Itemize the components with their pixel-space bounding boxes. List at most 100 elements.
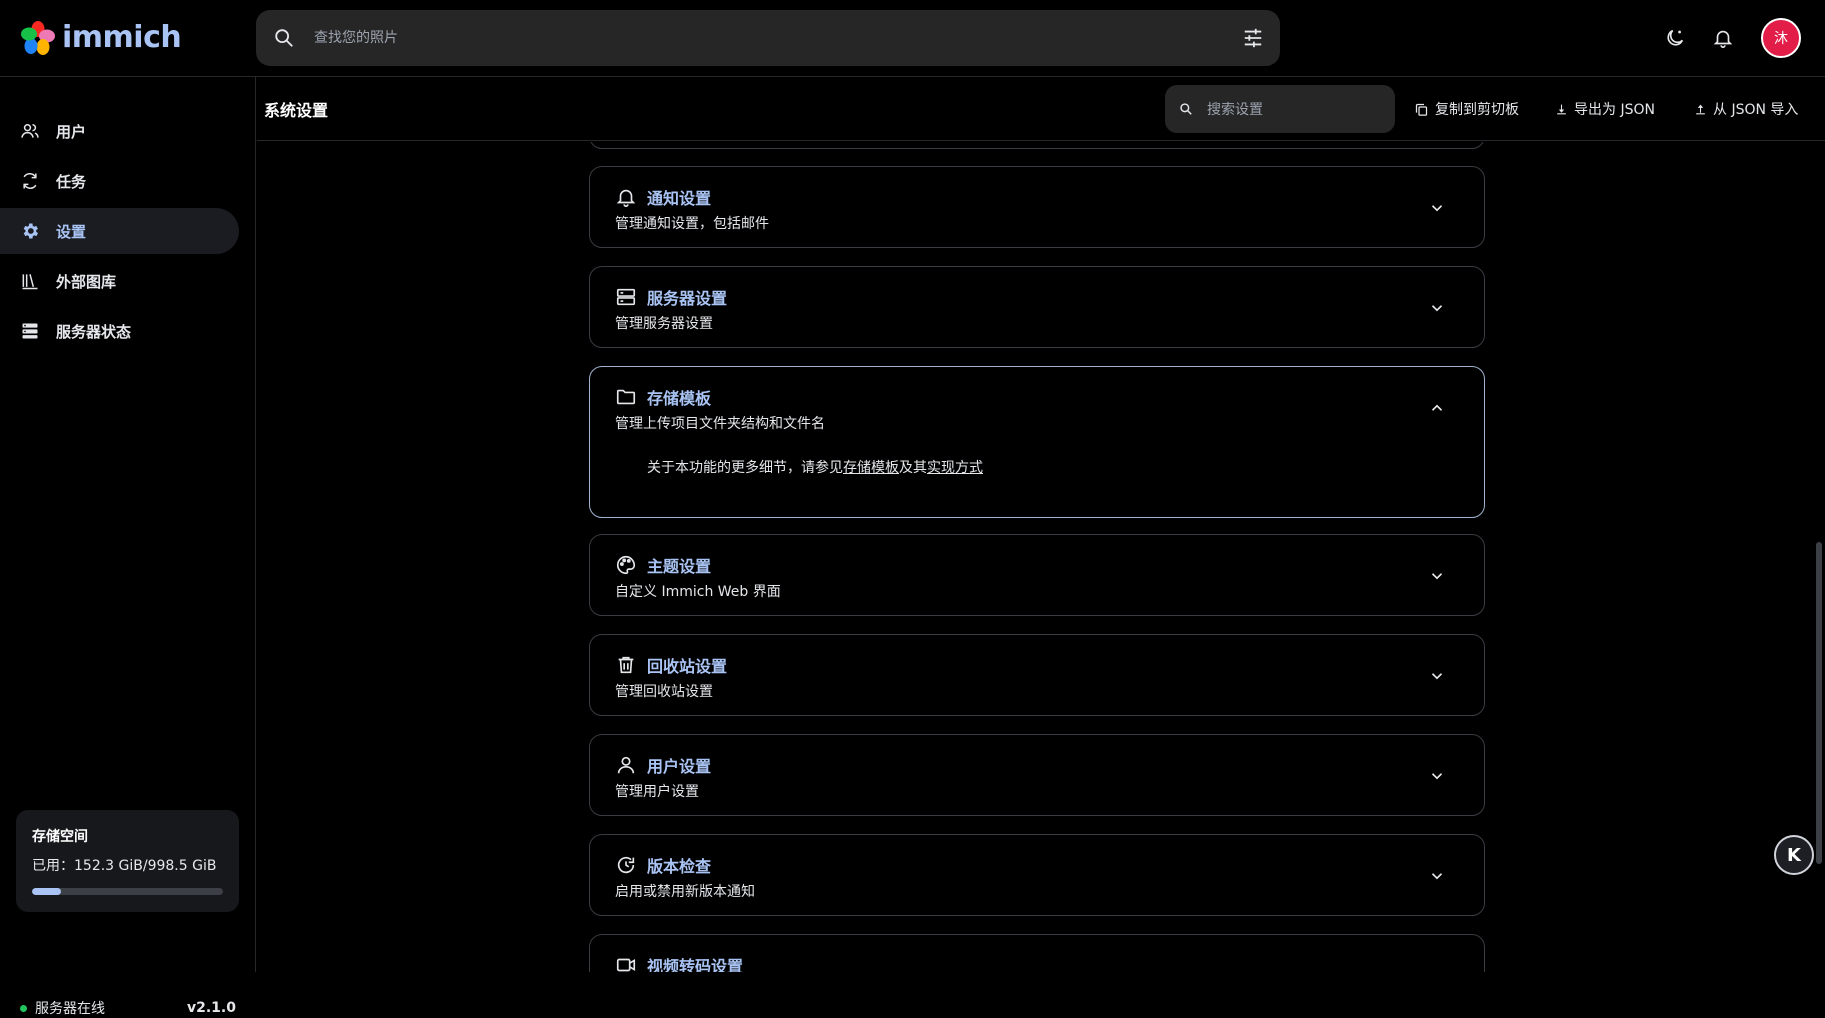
upload-icon — [1696, 104, 1705, 114]
chevron-down-icon[interactable] — [1428, 867, 1446, 885]
settings-card-video-transcoding[interactable]: 视频转码设置 — [589, 934, 1485, 972]
settings-search-bar[interactable]: 搜索设置 — [1165, 85, 1395, 133]
settings-card-theme[interactable]: 主题设置 自定义 Immich Web 界面 — [589, 534, 1485, 616]
sidebar-item-users[interactable]: 用户 — [0, 108, 239, 154]
scrollbar-thumb[interactable] — [1816, 542, 1822, 864]
server-icon — [616, 288, 636, 306]
settings-header: 系统设置 搜索设置 复制到剪切板 导出为 JSON 从 JSON 导入 — [257, 77, 1825, 141]
moon-stars-icon — [1667, 29, 1684, 46]
storage-usage-text: 已用：152.3 GiB/998.5 GiB — [32, 858, 217, 874]
card-title: 视频转码设置 — [647, 957, 744, 972]
trash-icon — [618, 656, 634, 674]
import-label: 从 JSON 导入 — [1713, 102, 1799, 118]
users-icon — [21, 124, 39, 138]
info-text-middle: 及其 — [899, 460, 927, 476]
settings-card-user[interactable]: 用户设置 管理用户设置 — [589, 734, 1485, 816]
sidebar-item-external-library[interactable]: 外部图库 — [0, 258, 239, 304]
user-icon — [617, 756, 635, 774]
settings-card-version-check[interactable]: 版本检查 启用或禁用新版本通知 — [589, 834, 1485, 916]
search-input[interactable]: 查找您的照片 — [314, 28, 398, 48]
server-status-row: 服务器在线 v2.1.0 — [20, 998, 236, 1018]
card-title: 主题设置 — [647, 557, 712, 576]
server-icon — [22, 323, 38, 339]
card-title: 存储模板 — [647, 389, 712, 408]
notifications-button[interactable] — [1703, 18, 1743, 58]
card-title: 版本检查 — [647, 857, 712, 876]
export-label: 导出为 JSON — [1574, 102, 1655, 118]
folder-icon — [616, 389, 636, 405]
storage-usage-bar — [32, 888, 223, 895]
chevron-down-icon[interactable] — [1428, 299, 1446, 317]
settings-card-partial[interactable] — [589, 142, 1485, 149]
server-status-text: 服务器在线 — [35, 1001, 105, 1017]
online-status-dot — [20, 1004, 27, 1012]
copy-icon — [1415, 103, 1428, 116]
card-description: 启用或禁用新版本通知 — [615, 884, 755, 900]
library-icon — [22, 274, 38, 290]
theme-toggle-button[interactable] — [1655, 18, 1695, 58]
app-logo[interactable]: immich — [20, 18, 182, 58]
card-title: 服务器设置 — [647, 289, 728, 308]
scrollbar[interactable] — [1813, 142, 1825, 972]
chevron-down-icon[interactable] — [1428, 767, 1446, 785]
update-icon — [617, 856, 635, 874]
storage-usage-fill — [32, 888, 62, 895]
sidebar-item-server-status[interactable]: 服务器状态 — [0, 308, 239, 354]
search-icon[interactable] — [273, 27, 295, 49]
app-name: immich — [62, 20, 182, 55]
chevron-down-icon[interactable] — [1428, 567, 1446, 585]
card-description: 自定义 Immich Web 界面 — [615, 584, 781, 600]
export-json-button[interactable]: 导出为 JSON — [1555, 99, 1655, 119]
chevron-up-icon[interactable] — [1428, 399, 1446, 417]
bell-icon — [616, 189, 636, 207]
settings-card-storage-template[interactable]: 存储模板 管理上传项目文件夹结构和文件名 关于本功能的更多细节，请参见存储模板及… — [589, 366, 1485, 518]
sidebar-item-label: 任务 — [56, 172, 87, 191]
sidebar: 用户 任务 设置 外部图库 服务器状态 存储空间 已用：152.3 GiB/99… — [0, 77, 256, 1017]
floating-k-button[interactable]: K — [1774, 835, 1814, 875]
page-title: 系统设置 — [264, 101, 329, 120]
chevron-down-icon[interactable] — [1428, 199, 1446, 217]
implementation-doc-link[interactable]: 实现方式 — [927, 460, 983, 476]
card-title: 回收站设置 — [647, 657, 728, 676]
card-description: 管理上传项目文件夹结构和文件名 — [615, 416, 825, 432]
storage-title: 存储空间 — [32, 829, 88, 845]
card-description: 管理回收站设置 — [615, 684, 713, 700]
filter-options-icon[interactable] — [1242, 27, 1264, 49]
import-json-button[interactable]: 从 JSON 导入 — [1694, 99, 1798, 119]
server-version[interactable]: v2.1.0 — [187, 1000, 236, 1016]
download-icon — [1557, 104, 1566, 114]
card-description: 管理通知设置，包括邮件 — [615, 216, 769, 232]
copy-label: 复制到剪切板 — [1435, 102, 1519, 118]
info-text-prefix: 关于本功能的更多细节，请参见 — [647, 460, 843, 476]
settings-card-server[interactable]: 服务器设置 管理服务器设置 — [589, 266, 1485, 348]
settings-card-trash[interactable]: 回收站设置 管理回收站设置 — [589, 634, 1485, 716]
gear-icon — [23, 223, 38, 239]
card-title: 通知设置 — [647, 189, 712, 208]
settings-card-notifications[interactable]: 通知设置 管理通知设置，包括邮件 — [589, 166, 1485, 248]
video-icon — [616, 958, 636, 972]
storage-template-info: 关于本功能的更多细节，请参见存储模板及其实现方式 — [647, 457, 983, 477]
chevron-down-icon[interactable] — [1428, 667, 1446, 685]
sidebar-item-label: 设置 — [56, 222, 87, 241]
sidebar-item-label: 外部图库 — [56, 272, 117, 291]
card-description: 管理用户设置 — [615, 784, 699, 800]
user-avatar[interactable]: 沐 — [1761, 18, 1801, 58]
card-title: 用户设置 — [647, 757, 712, 776]
sidebar-item-label: 服务器状态 — [56, 322, 132, 341]
copy-to-clipboard-button[interactable]: 复制到剪切板 — [1414, 99, 1519, 119]
sidebar-item-label: 用户 — [56, 122, 87, 141]
storage-template-doc-link[interactable]: 存储模板 — [843, 460, 899, 476]
search-icon — [1180, 103, 1192, 115]
card-description: 管理服务器设置 — [615, 316, 713, 332]
sync-icon — [23, 173, 37, 189]
sidebar-item-settings[interactable]: 设置 — [0, 208, 239, 254]
settings-list: 通知设置 管理通知设置，包括邮件 服务器设置 管理服务器设置 存储模板 管理上传… — [257, 142, 1813, 972]
palette-icon — [617, 555, 636, 575]
storage-usage-card: 存储空间 已用：152.3 GiB/998.5 GiB — [16, 810, 239, 912]
settings-search-input[interactable]: 搜索设置 — [1207, 99, 1263, 119]
photo-search-bar[interactable]: 查找您的照片 — [256, 10, 1280, 66]
immich-logo-icon — [21, 21, 55, 55]
bell-icon — [1713, 30, 1733, 48]
sidebar-item-jobs[interactable]: 任务 — [0, 158, 239, 204]
top-bar: immich 查找您的照片 沐 — [0, 0, 1825, 77]
